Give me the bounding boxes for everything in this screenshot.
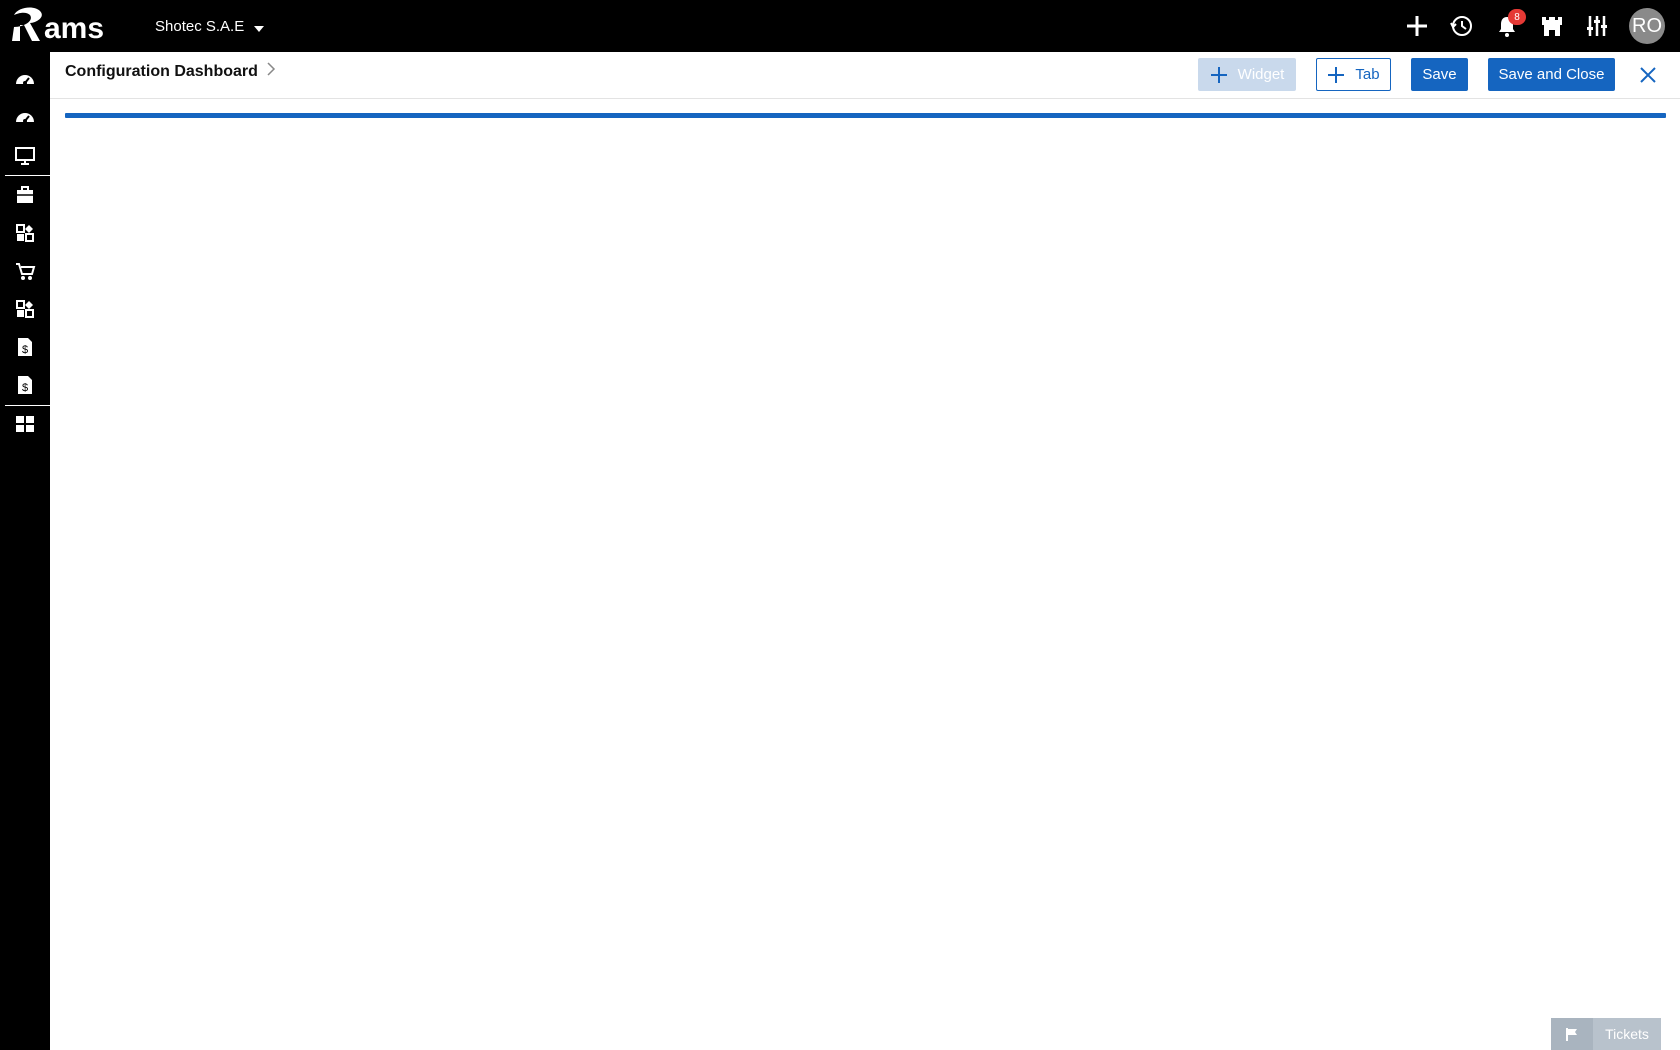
main-content: Configuration Dashboard Widget Tab Save … xyxy=(50,52,1680,1050)
svg-text:$: $ xyxy=(22,382,28,394)
company-name: Shotec S.A.E xyxy=(155,18,245,35)
widgets-icon xyxy=(16,224,34,242)
chevron-right-icon xyxy=(266,62,276,81)
sidebar-item-monitor[interactable] xyxy=(0,138,50,174)
sidebar-item-layout[interactable] xyxy=(0,406,50,442)
loading-progress-bar xyxy=(65,113,1666,118)
layout-icon xyxy=(16,416,34,432)
company-selector[interactable]: Shotec S.A.E xyxy=(155,18,265,35)
plus-icon xyxy=(1210,66,1228,84)
add-widget-button[interactable]: Widget xyxy=(1198,58,1296,91)
plus-icon[interactable] xyxy=(1402,11,1432,41)
svg-text:ams: ams xyxy=(44,12,104,45)
breadcrumb: Configuration Dashboard xyxy=(65,62,276,81)
sidebar-divider xyxy=(5,175,50,176)
invoice-icon: $ xyxy=(18,376,32,394)
sidebar-item-invoice[interactable]: $ xyxy=(0,329,50,365)
dashboard-icon xyxy=(16,75,34,85)
app-logo[interactable]: ams xyxy=(10,5,132,45)
sidebar-item-invoice-2[interactable]: $ xyxy=(0,367,50,403)
sidebar-item-dashboard-2[interactable] xyxy=(0,100,50,136)
sidebar-item-cart[interactable] xyxy=(0,253,50,289)
sidebar-item-widgets[interactable] xyxy=(0,215,50,251)
sidebar-item-dashboard[interactable] xyxy=(0,62,50,98)
bell-icon[interactable]: 8 xyxy=(1492,9,1526,41)
cart-icon xyxy=(16,263,36,280)
notification-badge: 8 xyxy=(1508,9,1526,25)
add-widget-label: Widget xyxy=(1237,66,1285,83)
widgets-icon xyxy=(16,300,34,318)
close-icon[interactable] xyxy=(1635,62,1661,88)
page-header: Configuration Dashboard Widget Tab Save … xyxy=(50,52,1680,99)
briefcase-icon xyxy=(17,186,33,203)
dashboard-icon xyxy=(16,113,34,123)
user-avatar[interactable]: RO xyxy=(1629,8,1665,44)
history-icon[interactable] xyxy=(1447,11,1477,41)
page-title: Configuration Dashboard xyxy=(65,62,258,80)
sidebar-item-briefcase[interactable] xyxy=(0,177,50,213)
add-tab-label: Tab xyxy=(1355,66,1380,83)
castle-icon[interactable] xyxy=(1537,11,1567,41)
flag-icon xyxy=(1551,1018,1593,1050)
invoice-icon: $ xyxy=(18,338,32,356)
svg-text:$: $ xyxy=(22,344,28,356)
sliders-icon[interactable] xyxy=(1582,11,1612,41)
tickets-button[interactable]: Tickets xyxy=(1551,1018,1661,1050)
sidebar-item-widgets-2[interactable] xyxy=(0,291,50,327)
save-button[interactable]: Save xyxy=(1411,58,1468,91)
plus-icon xyxy=(1327,66,1345,84)
monitor-icon xyxy=(15,147,35,165)
top-bar: ams Shotec S.A.E 8 RO xyxy=(0,0,1680,52)
caret-down-icon xyxy=(254,25,265,32)
save-and-close-button[interactable]: Save and Close xyxy=(1488,58,1615,91)
sidebar: $ $ xyxy=(0,52,50,1050)
tickets-label: Tickets xyxy=(1605,1026,1649,1042)
add-tab-button[interactable]: Tab xyxy=(1316,58,1391,91)
